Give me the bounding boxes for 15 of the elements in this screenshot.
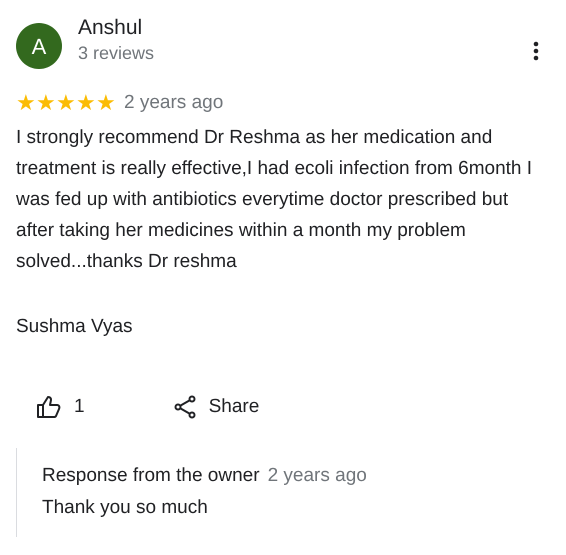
response-title: Response from the owner (42, 464, 260, 488)
share-icon (172, 395, 197, 420)
share-button[interactable]: Share (172, 393, 260, 422)
review-text: I strongly recommend Dr Reshma as her medication and treatment is really effective,I had ecoli infection from 6month I was fed up with antibiotics everytime doctor prescribed but after taking her medicines within a month my problem solved...thanks Dr reshma (16, 126, 534, 274)
avatar-initial: A (16, 23, 62, 69)
response-time: 2 years ago (268, 464, 367, 488)
star-rating: ★★★★★ (16, 92, 116, 114)
like-count: 1 (74, 395, 85, 419)
signature-text: Sushma Vyas (16, 314, 134, 338)
review-time: 2 years ago (124, 91, 224, 115)
like-button[interactable]: 1 (36, 393, 85, 422)
response-text: Thank you so much (42, 496, 209, 520)
review-count: 3 reviews (78, 42, 156, 65)
thumbs-up-icon (36, 395, 62, 420)
reviewer-name[interactable]: Anshul (78, 15, 530, 41)
